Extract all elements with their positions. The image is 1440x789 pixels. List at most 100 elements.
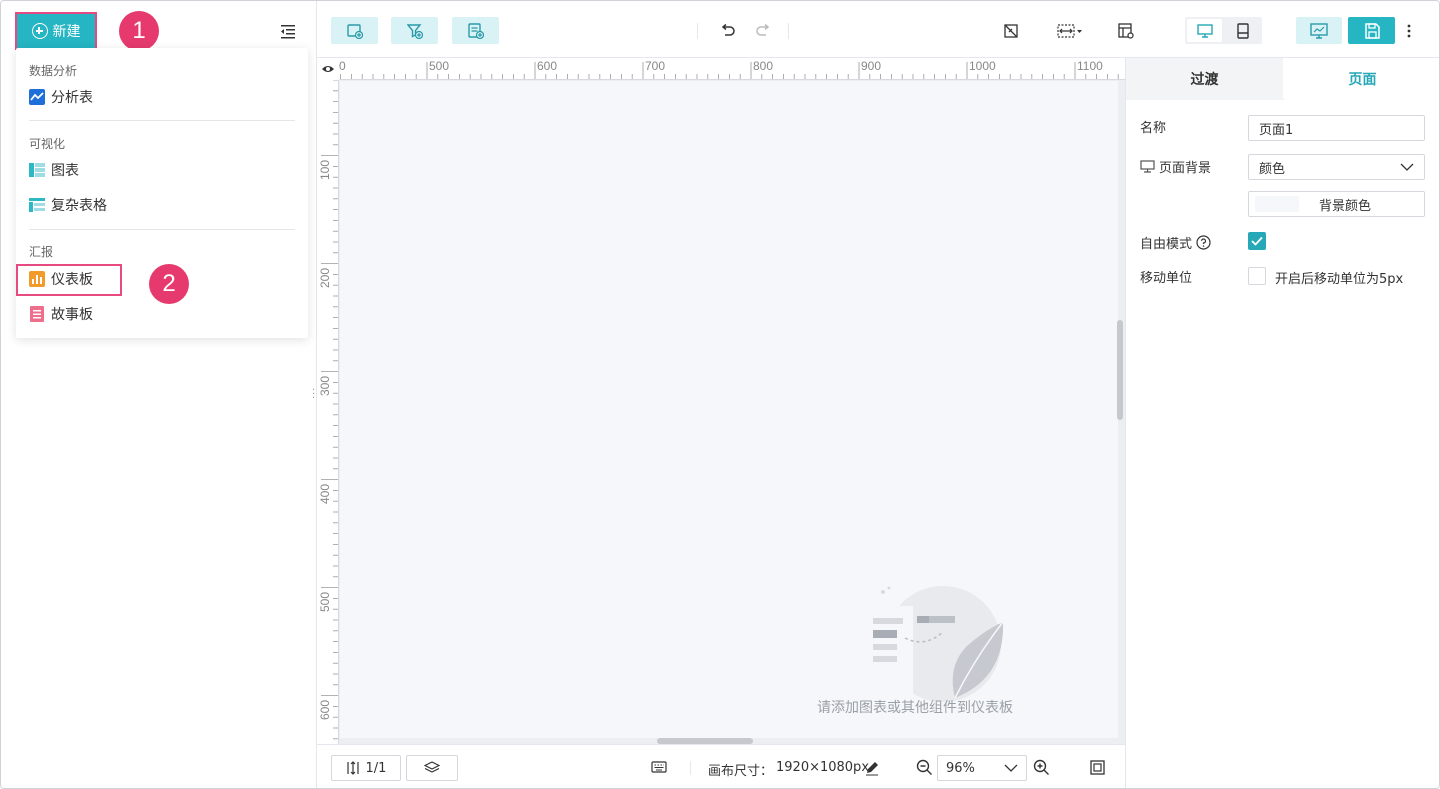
free-mode-checkbox[interactable]: [1248, 232, 1266, 250]
ruler-label: 400: [318, 484, 332, 504]
toolbar-divider: [788, 23, 789, 39]
menu-item-label: 分析表: [51, 90, 93, 106]
ruler-label: 1100: [1077, 59, 1103, 73]
more-options-button[interactable]: [1401, 19, 1417, 43]
background-type-select[interactable]: 颜色: [1248, 154, 1425, 180]
group-title-report: 汇报: [29, 245, 54, 259]
properties-tabs: 过渡 页面: [1126, 58, 1439, 100]
canvas-size-label: 画布尺寸：: [708, 764, 774, 779]
help-icon[interactable]: [1196, 235, 1211, 250]
menu-item-storyboard[interactable]: 故事板: [29, 302, 93, 326]
page-split-icon: [346, 761, 359, 775]
menu-item-complex-table[interactable]: 复杂表格: [29, 193, 107, 217]
right-properties-panel: 过渡 页面 名称 页面1 页面背景 颜色 背景颜色 自由模式 移动单位 开启后移…: [1125, 58, 1439, 788]
page-indicator: 1/1: [365, 760, 387, 776]
canvas-area: 0 500 600 700 800 900 1000 1100 100 200 300 400 500…: [317, 58, 1125, 744]
page-background-label: 页面背景: [1140, 157, 1211, 176]
resize-handle[interactable]: · · ·: [312, 386, 315, 404]
keyboard-icon[interactable]: [651, 761, 667, 773]
table-icon: [29, 198, 45, 212]
menu-item-chart[interactable]: 图表: [29, 158, 79, 182]
tab-transition[interactable]: 过渡: [1126, 58, 1283, 100]
fit-screen-icon[interactable]: [1090, 760, 1105, 775]
empty-canvas-hint: 请添加图表或其他组件到仪表板: [817, 700, 1013, 716]
menu-item-label: 图表: [51, 163, 79, 179]
dashboard-canvas[interactable]: [340, 81, 1118, 738]
eye-toggle[interactable]: [317, 58, 339, 80]
clear-format-button[interactable]: [999, 19, 1023, 43]
vertical-ruler: 100 200 300 400 500 600: [317, 80, 339, 744]
free-mode-label: 自由模式: [1140, 233, 1211, 252]
layers-icon: [424, 761, 440, 773]
menu-item-analysis-table[interactable]: 分析表: [29, 85, 93, 109]
page-name-input[interactable]: 页面1: [1248, 115, 1425, 141]
eye-icon: [322, 66, 334, 72]
edit-size-icon[interactable]: [864, 760, 880, 776]
move-unit-checkbox[interactable]: [1248, 267, 1266, 285]
plus-circle-icon: [31, 23, 48, 39]
bottom-divider: [690, 761, 691, 775]
align-distribute-icon: [1057, 24, 1082, 38]
step-badge-2: 2: [149, 264, 189, 304]
ruler-label: 0: [339, 59, 346, 73]
desktop-view-button[interactable]: [1187, 19, 1222, 42]
group-title-visualization: 可视化: [29, 137, 66, 151]
undo-button[interactable]: [716, 19, 740, 43]
add-filter-button[interactable]: [391, 17, 438, 44]
move-unit-label: 移动单位: [1140, 271, 1193, 286]
more-vertical-icon: [1407, 24, 1411, 38]
filter-add-icon: [406, 23, 423, 39]
divider: [29, 120, 295, 121]
table-add-icon: [467, 22, 484, 39]
name-label: 名称: [1140, 121, 1167, 136]
menu-item-label: 复杂表格: [51, 198, 107, 214]
app-window: 新建 1 数据分析 分析表 可视化 图表 复杂表格 汇报 仪表板 故事板 2 ·…: [0, 0, 1440, 789]
ruler-label: 300: [318, 376, 332, 396]
page-settings-icon: [1118, 23, 1134, 39]
background-color-button[interactable]: 背景颜色: [1248, 191, 1425, 217]
align-dropdown-button[interactable]: [1055, 19, 1085, 43]
chart-grid-icon: [29, 163, 45, 177]
menu-item-label: 仪表板: [51, 272, 93, 288]
monitor-icon: [1196, 23, 1213, 38]
move-unit-option-label: 开启后移动单位为5px: [1275, 272, 1404, 287]
menu-item-label: 故事板: [51, 307, 93, 323]
zoom-select[interactable]: 96%: [937, 755, 1027, 781]
page-settings-button[interactable]: [1114, 19, 1138, 43]
zoom-out-icon[interactable]: [916, 759, 933, 776]
save-button[interactable]: [1348, 17, 1395, 44]
line-chart-icon: [29, 89, 45, 105]
zoom-in-icon[interactable]: [1033, 759, 1050, 776]
chevron-down-icon: [1400, 163, 1414, 171]
add-widget-icon: [346, 23, 363, 39]
menu-item-dashboard[interactable]: 仪表板: [29, 267, 93, 291]
tablet-view-button[interactable]: [1225, 19, 1260, 42]
ruler-label: 100: [318, 160, 332, 180]
redo-icon: [756, 23, 770, 36]
preview-button[interactable]: [1296, 17, 1342, 44]
vertical-scrollbar[interactable]: [1117, 320, 1123, 420]
horizontal-ruler: 0 500 600 700 800 900 1000 1100: [339, 58, 1125, 80]
page-name-value: 页面1: [1259, 122, 1294, 138]
collapse-panel-icon[interactable]: [279, 23, 297, 39]
tab-page[interactable]: 页面: [1284, 58, 1439, 100]
toolbar-divider: [697, 23, 698, 39]
redo-button[interactable]: [751, 19, 775, 43]
dashboard-icon: [29, 271, 45, 287]
empty-illustration-icon: [865, 586, 1004, 702]
ruler-label: 500: [429, 59, 449, 73]
new-button[interactable]: 新建: [15, 12, 97, 50]
add-component-button[interactable]: [331, 17, 378, 44]
add-table-button[interactable]: [452, 17, 499, 44]
ruler-label: 900: [861, 59, 881, 73]
ruler-label: 1000: [969, 59, 996, 73]
page-nav-button[interactable]: 1/1: [331, 755, 401, 781]
new-button-label: 新建: [52, 24, 81, 40]
top-toolbar: [317, 1, 1439, 58]
layers-button[interactable]: [406, 755, 458, 781]
tablet-icon: [1236, 22, 1249, 39]
zoom-value: 96%: [946, 760, 975, 776]
ruler-label: 700: [645, 59, 665, 73]
device-toggle: [1185, 17, 1262, 44]
ruler-label: 800: [753, 59, 773, 73]
